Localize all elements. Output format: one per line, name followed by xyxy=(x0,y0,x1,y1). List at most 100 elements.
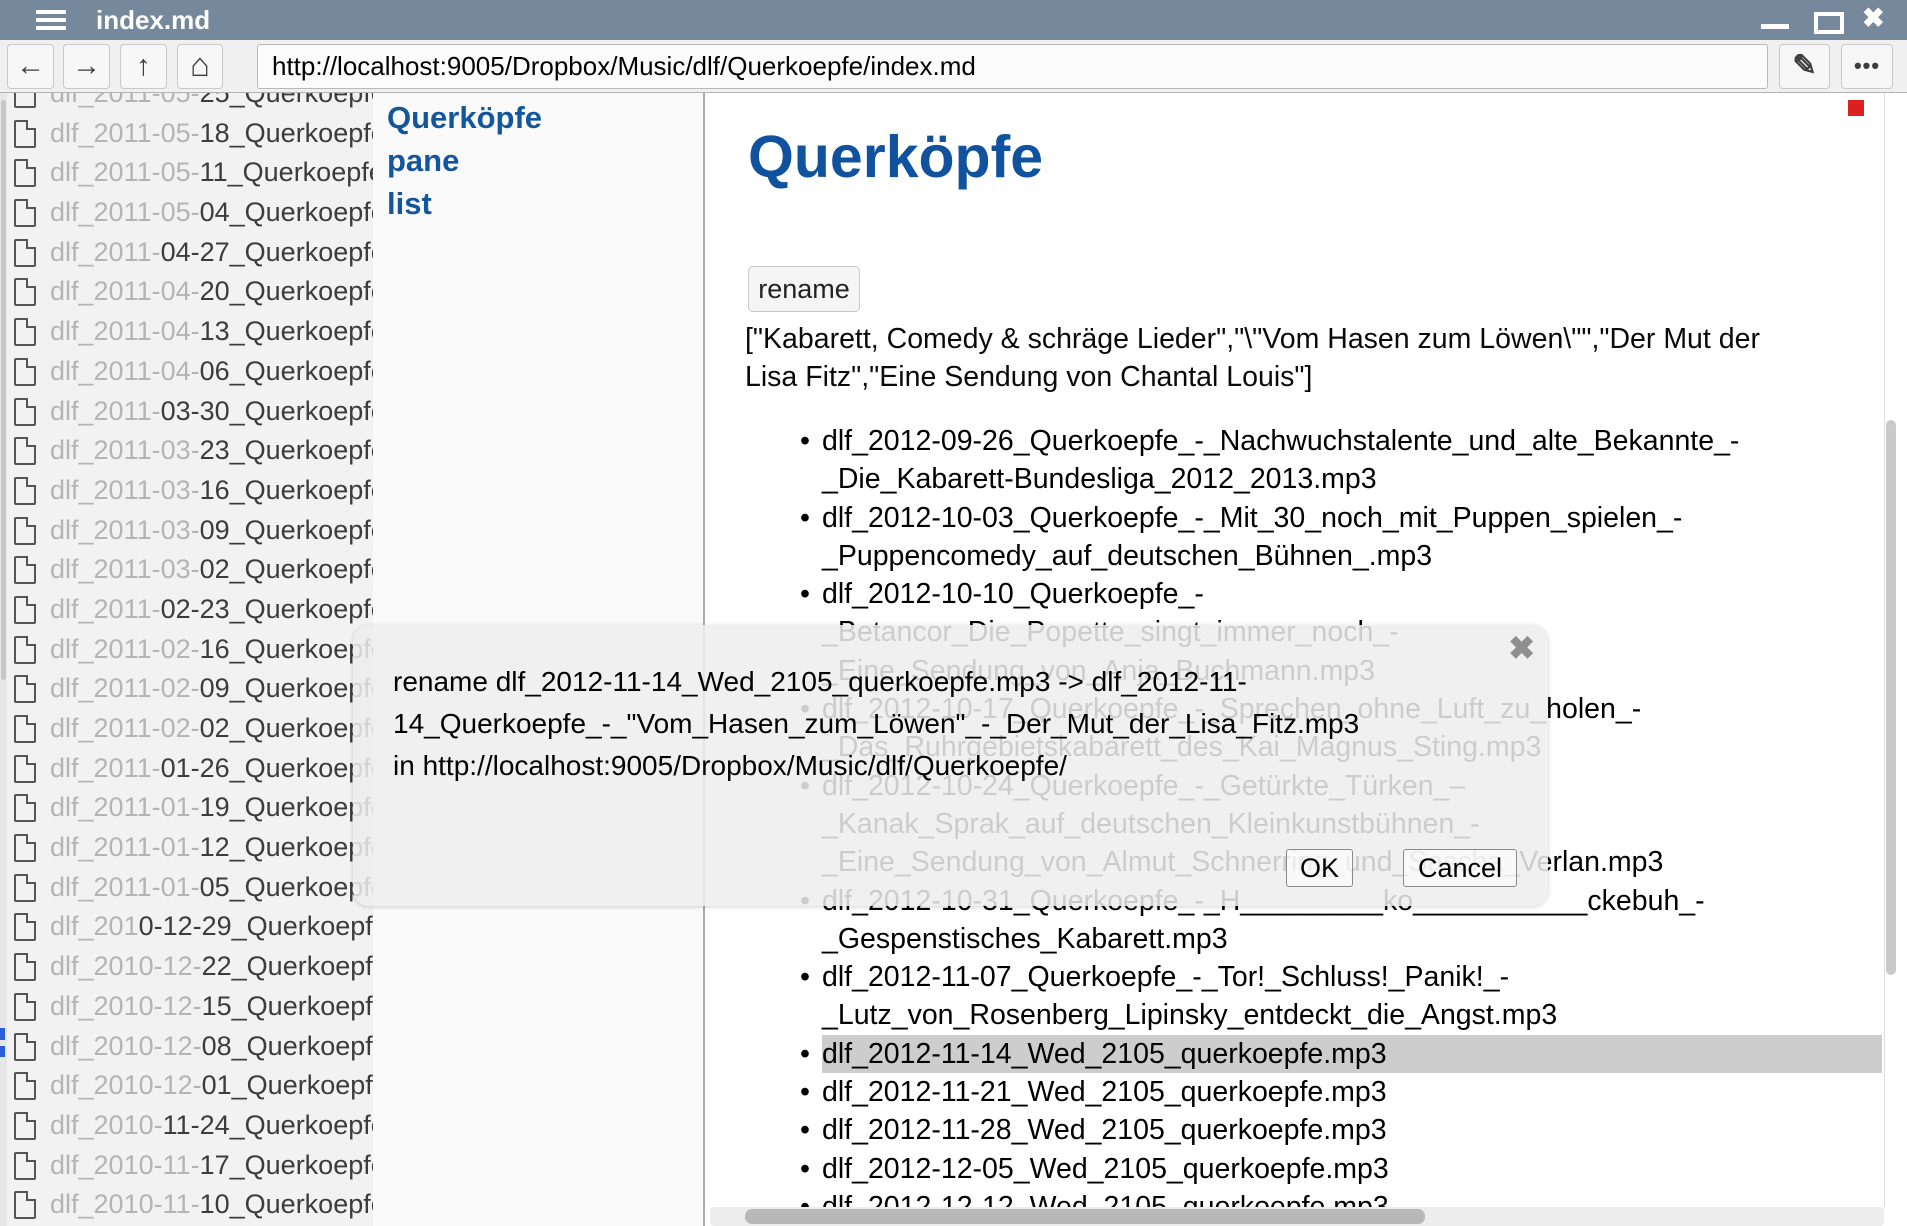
sidebar-file-item[interactable]: dlf_2011-05-11_Querkoepfe xyxy=(0,153,373,193)
file-icon xyxy=(14,278,36,306)
more-options-button[interactable]: ••• xyxy=(1841,44,1893,89)
sidebar-file-item[interactable]: dlf_2011-03-30_Querkoepfe xyxy=(0,392,373,432)
file-list-item[interactable]: •dlf_2012-09-26_Querkoepfe_-_Nachwuchsta… xyxy=(745,422,1884,499)
sidebar-file-item[interactable]: dlf_2011-05-25_Querkoepfe xyxy=(0,93,373,114)
sidebar-file-list: dlf_2011-05-25_Querkoepfedlf_2011-05-18_… xyxy=(0,93,373,1226)
file-list-item[interactable]: • dlf_2012-11-07_Querkoepfe_-_Tor!_Schlus… xyxy=(745,958,1884,1035)
file-icon xyxy=(14,636,36,664)
file-icon xyxy=(14,437,36,465)
nav-link-list[interactable]: list xyxy=(387,186,432,222)
sidebar-file-item[interactable]: dlf_2010-12-01_Querkoepfe xyxy=(0,1066,373,1106)
file-list-item[interactable]: • dlf_2012-11-28_Wed_2105_querkoepfe.mp3 xyxy=(745,1111,1884,1149)
title-bar: index.md ✖ xyxy=(0,0,1907,40)
sidebar-file-item[interactable]: dlf_2011-04-20_Querkoepfe xyxy=(0,272,373,312)
file-icon xyxy=(14,93,36,108)
sidebar-file-item[interactable]: dlf_2011-02-02_Querkoepfe xyxy=(0,709,373,749)
file-icon xyxy=(14,239,36,267)
sidebar-file-item[interactable]: dlf_2010-11-17_Querkoepfe xyxy=(0,1146,373,1186)
edit-pencil-button[interactable]: ✎ xyxy=(1779,44,1830,89)
file-line: dlf_2012-12-05_Wed_2105_querkoepfe.mp3 xyxy=(822,1150,1884,1188)
modified-indicator xyxy=(1848,100,1864,116)
file-icon xyxy=(14,556,36,584)
file-line-highlighted: dlf_2012-11-14_Wed_2105_querkoepfe.mp3 xyxy=(822,1035,1882,1073)
file-icon xyxy=(14,675,36,703)
file-icon xyxy=(14,874,36,902)
sidebar-file-item[interactable]: dlf_2011-01-26_Querkoepfe xyxy=(0,749,373,789)
metadata-json-line2: Lisa Fitz","Eine Sendung von Chantal Lou… xyxy=(745,358,1760,396)
sidebar-scroll-marker xyxy=(0,1046,5,1057)
minimize-button[interactable] xyxy=(1761,24,1789,29)
file-icon xyxy=(14,120,36,148)
bullet-icon: • xyxy=(800,422,810,460)
sidebar-file-item[interactable]: dlf_2011-04-13_Querkoepfe xyxy=(0,312,373,352)
horizontal-scrollbar-thumb[interactable] xyxy=(745,1209,1425,1224)
bullet-icon: • xyxy=(800,499,810,537)
nav-link-pane[interactable]: pane xyxy=(387,143,459,179)
sidebar-file-item[interactable]: dlf_2011-03-02_Querkoepfe xyxy=(0,550,373,590)
sidebar-file-item[interactable]: dlf_2011-04-06_Querkoepfe xyxy=(0,352,373,392)
ok-button[interactable]: OK xyxy=(1286,849,1353,887)
hamburger-menu-icon[interactable] xyxy=(36,10,66,30)
nav-link-querköpfe[interactable]: Querköpfe xyxy=(387,100,542,136)
navigation-toolbar: ← → ↑ ⌂ http://localhost:9005/Dropbox/Mu… xyxy=(0,40,1907,93)
sidebar-file-item[interactable]: dlf_2010-12-08_Querkoepfe xyxy=(0,1027,373,1067)
sidebar-file-item[interactable]: dlf_2010-11-24_Querkoepfe xyxy=(0,1106,373,1146)
file-line: dlf_2012-10-10_Querkoepfe_- xyxy=(822,575,1884,613)
rename-button[interactable]: rename xyxy=(748,266,860,312)
close-button[interactable]: ✖ xyxy=(1862,3,1885,43)
maximize-button[interactable] xyxy=(1814,12,1844,34)
file-list-item[interactable]: •dlf_2012-12-05_Wed_2105_querkoepfe.mp3 xyxy=(745,1150,1884,1188)
sidebar-file-item[interactable]: dlf_2011-03-16_Querkoepfe xyxy=(0,471,373,511)
file-icon xyxy=(14,596,36,624)
bullet-icon: • xyxy=(800,958,810,996)
sidebar-file-item[interactable]: dlf_2010-11-10_Querkoepfe xyxy=(0,1185,373,1225)
file-list-item[interactable]: •dlf_2012-11-14_Wed_2105_querkoepfe.mp3 xyxy=(745,1035,1884,1073)
window-title: index.md xyxy=(96,5,210,36)
sidebar-file-item[interactable]: dlf_2011-02-16_Querkoepfe xyxy=(0,630,373,670)
sidebar-file-item[interactable]: dlf_2011-02-23_Querkoepfe xyxy=(0,590,373,630)
sidebar-file-item[interactable]: dlf_2011-03-09_Querkoepfe xyxy=(0,511,373,551)
sidebar-file-item[interactable]: dlf_2011-05-18_Querkoepfe xyxy=(0,114,373,154)
sidebar-file-item[interactable]: dlf_2010-12-15_Querkoepfe xyxy=(0,987,373,1027)
sidebar-file-item[interactable]: dlf_2011-01-12_Querkoepfe xyxy=(0,828,373,868)
home-button[interactable]: ⌂ xyxy=(177,44,223,89)
rename-confirm-dialog: ✖ rename dlf_2012-11-14_Wed_2105_querkoe… xyxy=(353,625,1548,906)
sidebar-file-item[interactable]: dlf_2010-12-22_Querkoepfe xyxy=(0,947,373,987)
dialog-message-line: 14_Querkoepfe_-_"Vom_Hasen_zum_Löwen"_-_… xyxy=(393,703,1359,745)
forward-button[interactable]: → xyxy=(63,44,110,89)
bullet-icon: • xyxy=(800,1111,810,1149)
up-button[interactable]: ↑ xyxy=(120,44,167,89)
sidebar-file-item[interactable]: dlf_2011-01-19_Querkoepfe xyxy=(0,788,373,828)
file-line: dlf_2012-10-03_Querkoepfe_-_Mit_30_noch_… xyxy=(822,499,1884,537)
bullet-icon: • xyxy=(800,575,810,613)
file-icon xyxy=(14,1112,36,1140)
file-line: dlf_2012-11-07_Querkoepfe_-_Tor!_Schluss… xyxy=(822,958,1884,996)
sidebar-file-item[interactable]: dlf_2010-12-29_Querkoepfe xyxy=(0,907,373,947)
file-icon xyxy=(14,993,36,1021)
back-button[interactable]: ← xyxy=(7,44,54,89)
file-icon xyxy=(14,715,36,743)
cancel-button[interactable]: Cancel xyxy=(1403,849,1517,887)
metadata-json-line1: ["Kabarett, Comedy & schräge Lieder","\"… xyxy=(745,320,1760,358)
sidebar-file-item[interactable]: dlf_2011-05-04_Querkoepfe xyxy=(0,193,373,233)
file-icon xyxy=(14,477,36,505)
sidebar-file-item[interactable]: dlf_2011-02-09_Querkoepfe xyxy=(0,669,373,709)
sidebar-scrollbar-thumb[interactable] xyxy=(1,100,6,680)
dialog-message: rename dlf_2012-11-14_Wed_2105_querkoepf… xyxy=(393,661,1359,787)
file-icon xyxy=(14,1072,36,1100)
url-address-bar[interactable]: http://localhost:9005/Dropbox/Music/dlf/… xyxy=(257,44,1768,89)
metadata-json-text: ["Kabarett, Comedy & schräge Lieder","\"… xyxy=(745,320,1760,396)
sidebar-file-item[interactable]: dlf_2011-04-27_Querkoepfe xyxy=(0,233,373,273)
file-line: dlf_2012-11-28_Wed_2105_querkoepfe.mp3 xyxy=(822,1111,1884,1149)
sidebar-file-item[interactable]: dlf_2011-03-23_Querkoepfe xyxy=(0,431,373,471)
file-list-item[interactable]: •dlf_2012-11-21_Wed_2105_querkoepfe.mp3 xyxy=(745,1073,1884,1111)
file-line: _Gespenstisches_Kabarett.mp3 xyxy=(822,920,1884,958)
file-icon xyxy=(14,1033,36,1061)
file-icon xyxy=(14,1191,36,1219)
sidebar-file-item[interactable]: dlf_2011-01-05_Querkoepfe xyxy=(0,868,373,908)
vertical-scrollbar-thumb[interactable] xyxy=(1886,420,1896,975)
file-list-item[interactable]: • dlf_2012-10-03_Querkoepfe_-_Mit_30_noch… xyxy=(745,499,1884,576)
dialog-close-icon[interactable]: ✖ xyxy=(1508,629,1535,667)
file-icon xyxy=(14,517,36,545)
sidebar-scroll-marker xyxy=(0,1028,5,1040)
